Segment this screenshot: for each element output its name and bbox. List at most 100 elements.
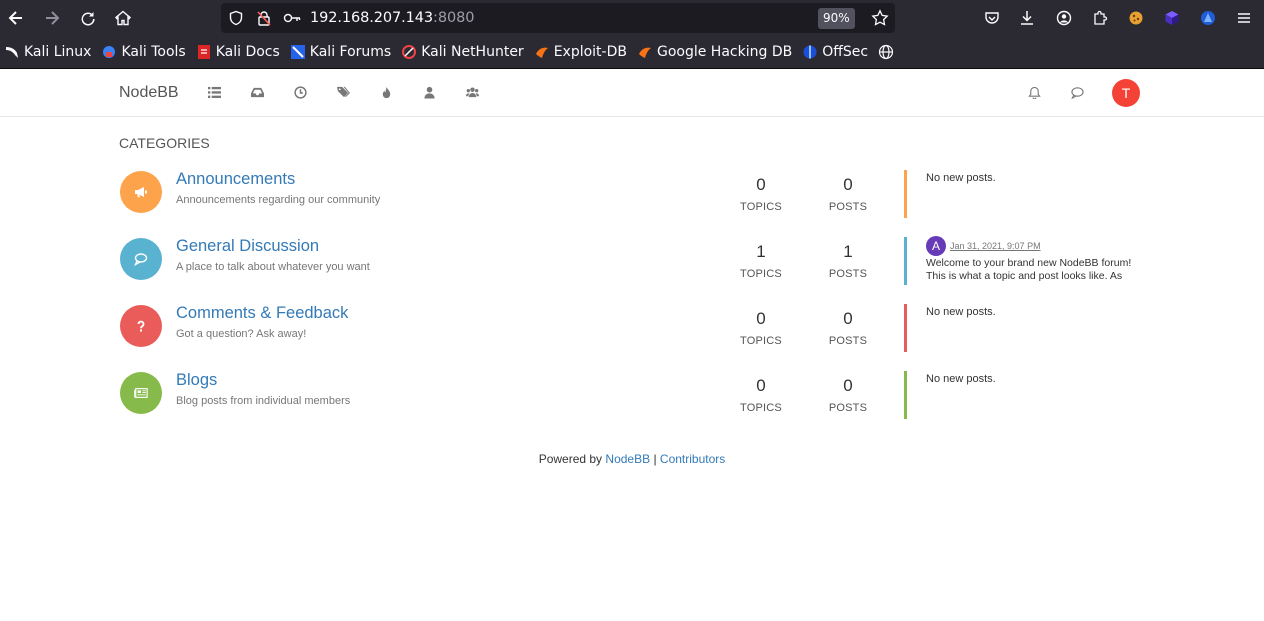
groups-icon[interactable] [465, 85, 479, 99]
account-icon[interactable] [1052, 6, 1076, 30]
comments-icon[interactable] [120, 238, 162, 280]
bookmark-kali-nethunter[interactable]: Kali NetHunter [401, 44, 524, 60]
bookmark-kali-tools[interactable]: Kali Tools [101, 44, 186, 60]
posts-number: 0 [843, 175, 853, 194]
kali-docs-icon [196, 44, 212, 60]
back-arrow-icon[interactable] [4, 6, 28, 30]
bookmark-star-icon[interactable] [871, 9, 889, 32]
topics-label: TOPICS [740, 268, 782, 280]
topics-number: 0 [756, 175, 766, 194]
zoom-level[interactable]: 90% [818, 8, 855, 29]
bookmark-google-hacking-db[interactable]: Google Hacking DB [637, 44, 792, 60]
user-avatar[interactable]: T [1112, 79, 1140, 107]
key-icon[interactable] [283, 11, 301, 30]
bookmark-label: Exploit-DB [553, 44, 627, 60]
unread-icon[interactable] [250, 85, 264, 99]
url-text[interactable]: 192.168.207.143:8080 [310, 10, 474, 26]
cookie-extension-icon[interactable] [1124, 6, 1148, 30]
bookmark-label: OffSec [822, 44, 869, 60]
chats-icon[interactable] [1070, 85, 1084, 99]
posts-number: 0 [843, 309, 853, 328]
popular-icon[interactable] [379, 85, 393, 99]
globe-icon [878, 44, 894, 60]
bookmark-label: Kali Tools [121, 44, 186, 60]
vpn-extension-icon[interactable] [1196, 6, 1220, 30]
bookmark-kali-forums[interactable]: Kali Forums [290, 44, 391, 60]
category-title[interactable]: Announcements [176, 170, 295, 189]
category-description: Got a question? Ask away! [176, 328, 307, 340]
forum-header: NodeBB T [0, 69, 1264, 117]
topics-count: 0 TOPICS [731, 304, 791, 347]
posts-number: 1 [843, 242, 853, 261]
download-icon[interactable] [1015, 6, 1039, 30]
posts-count: 0 POSTS [818, 304, 878, 347]
extensions-icon[interactable] [1088, 6, 1112, 30]
browser-toolbar: 192.168.207.143:8080 90% [0, 0, 1264, 36]
cube-extension-icon[interactable] [1160, 6, 1184, 30]
category-title[interactable]: General Discussion [176, 237, 319, 256]
nodebb-link[interactable]: NodeBB [605, 452, 650, 466]
url-bar[interactable]: 192.168.207.143:8080 90% [221, 3, 895, 33]
tags-icon[interactable] [336, 85, 350, 99]
pocket-icon[interactable] [980, 6, 1004, 30]
bookmark-offsec[interactable]: OffSec [802, 44, 868, 60]
no-posts-text: No new posts. [926, 172, 996, 184]
category-title[interactable]: Comments & Feedback [176, 304, 348, 323]
forward-arrow-icon[interactable] [40, 6, 64, 30]
recent-icon[interactable] [293, 85, 307, 99]
categories-icon[interactable] [207, 85, 221, 99]
category-description: A place to talk about whatever you want [176, 261, 370, 273]
category-teaser: No new posts. [904, 371, 1144, 419]
topics-count: 0 TOPICS [731, 371, 791, 414]
category-title[interactable]: Blogs [176, 371, 217, 390]
bookmark-label: Google Hacking DB [656, 44, 793, 60]
url-host: 192.168.207.143 [310, 10, 434, 26]
forum-brand[interactable]: NodeBB [119, 84, 179, 102]
kali-tools-icon [101, 44, 117, 60]
teaser-content[interactable]: Welcome to your brand new NodeBB forum! … [926, 257, 1144, 283]
question-icon[interactable] [120, 305, 162, 347]
bullhorn-icon[interactable] [120, 171, 162, 213]
bookmark-globe[interactable] [878, 44, 898, 60]
teaser-timestamp[interactable]: Jan 31, 2021, 9:07 PM [950, 241, 1041, 251]
topics-number: 0 [756, 309, 766, 328]
categories-heading: CATEGORIES [119, 135, 210, 151]
reload-icon[interactable] [76, 6, 100, 30]
posts-count: 0 POSTS [818, 371, 878, 414]
offsec-icon [802, 44, 818, 60]
insecure-lock-icon[interactable] [256, 10, 272, 31]
bookmark-exploit-db[interactable]: Exploit-DB [534, 44, 627, 60]
footer-prefix: Powered by [538, 452, 603, 466]
newspaper-icon[interactable] [120, 372, 162, 414]
footer-separator: | [653, 452, 657, 466]
contributors-link[interactable]: Contributors [660, 452, 725, 466]
topics-label: TOPICS [740, 201, 782, 213]
topics-label: TOPICS [740, 402, 782, 414]
bookmarks-bar: Kali Linux Kali Tools Kali Docs Kali For… [0, 36, 1264, 69]
kali-dragon-icon [4, 44, 20, 60]
topics-count: 0 TOPICS [731, 170, 791, 213]
teaser-avatar[interactable]: A [926, 236, 946, 256]
posts-label: POSTS [828, 201, 868, 213]
shield-icon[interactable] [228, 10, 244, 31]
home-icon[interactable] [111, 6, 135, 30]
kali-forums-icon [290, 44, 306, 60]
category-description: Blog posts from individual members [176, 395, 351, 407]
bookmark-label: Kali Docs [215, 44, 280, 60]
bookmark-kali-docs[interactable]: Kali Docs [196, 44, 280, 60]
url-port: :8080 [433, 10, 475, 26]
category-teaser: No new posts. [904, 304, 1144, 352]
bookmark-label: Kali NetHunter [421, 44, 524, 60]
topics-count: 1 TOPICS [731, 237, 791, 280]
menu-icon[interactable] [1232, 6, 1256, 30]
no-posts-text: No new posts. [926, 373, 996, 385]
notifications-bell-icon[interactable] [1027, 85, 1041, 99]
topics-number: 0 [756, 376, 766, 395]
nethunter-icon [401, 44, 417, 60]
bookmark-label: Kali Linux [24, 44, 92, 60]
users-icon[interactable] [422, 85, 436, 99]
posts-count: 0 POSTS [818, 170, 878, 213]
posts-count: 1 POSTS [818, 237, 878, 280]
posts-label: POSTS [828, 268, 868, 280]
bookmark-kali-linux[interactable]: Kali Linux [4, 44, 91, 60]
